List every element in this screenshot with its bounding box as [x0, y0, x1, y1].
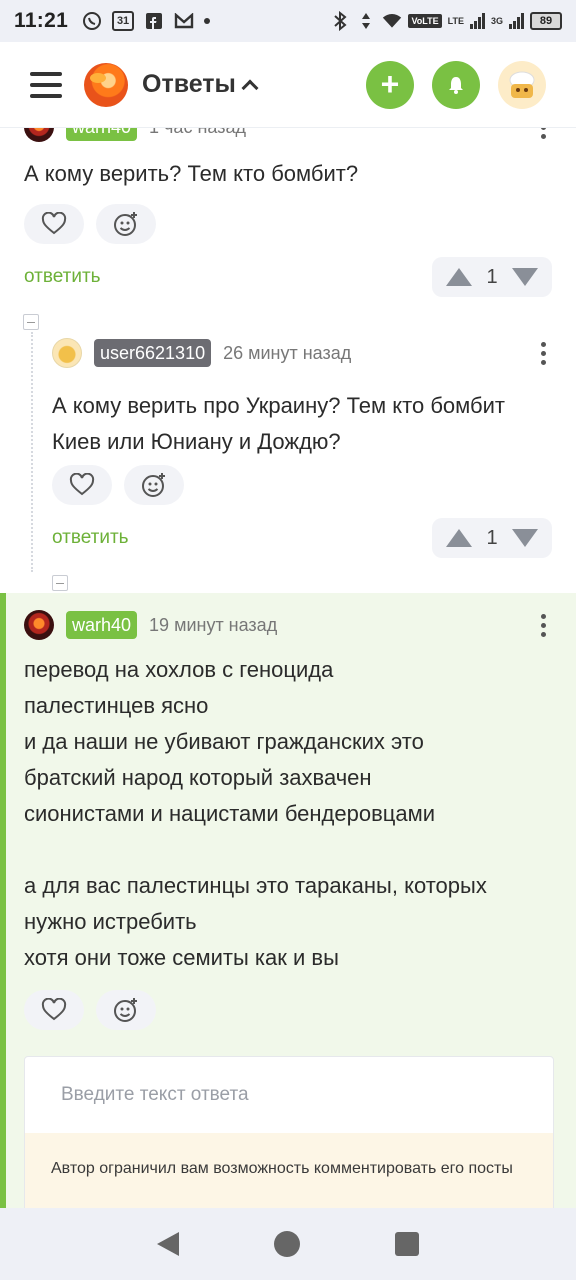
battery-icon: 89: [530, 12, 562, 30]
comment-time[interactable]: 26 минут назад: [223, 343, 351, 364]
profile-avatar[interactable]: [498, 60, 546, 109]
author-name[interactable]: user6621310: [94, 339, 212, 367]
add-reaction-button[interactable]: [124, 465, 184, 505]
comment-meta: warh40 19 минут назад: [24, 608, 576, 642]
status-bar: 11:21 31 VoLTE LTE 3G 89: [0, 0, 576, 42]
comment-line: а для вас палестинцы это тараканы, котор…: [24, 873, 487, 898]
smile-plus-icon: [114, 998, 137, 1022]
comment-line: палестинцев ясно: [24, 693, 209, 718]
gmail-icon: [174, 11, 194, 31]
lte-label: LTE: [447, 16, 464, 26]
comment-meta: warh40 1 час назад: [0, 128, 576, 144]
heart-icon: [69, 473, 95, 496]
upvote-icon[interactable]: [446, 529, 472, 547]
whatsapp-icon: [82, 11, 102, 31]
wifi-icon: [382, 11, 402, 31]
collapse-thread-button[interactable]: [52, 575, 68, 591]
rating-control: 1: [432, 518, 552, 558]
page-title[interactable]: Ответы: [142, 70, 259, 99]
app-header: Ответы +: [0, 42, 576, 128]
more-options-icon[interactable]: [541, 613, 546, 637]
system-icons: VoLTE LTE 3G 89: [330, 11, 562, 31]
3g-label: 3G: [490, 16, 503, 26]
reply-link[interactable]: ответить: [24, 266, 101, 288]
comment-reactions: [24, 990, 576, 1030]
reply-form: Введите текст ответа Автор ограничил вам…: [24, 1056, 554, 1208]
new-comment-marker: [0, 593, 6, 1208]
comment-time[interactable]: 19 минут назад: [149, 615, 277, 636]
comment-reactions: [0, 204, 576, 244]
comment-actions: ответить 1: [52, 517, 552, 559]
avatar[interactable]: [24, 128, 54, 142]
back-icon[interactable]: [157, 1232, 180, 1256]
comment-body: А кому верить? Тем кто бомбит?: [0, 156, 576, 192]
volte-badge: VoLTE: [408, 14, 442, 28]
rating-value: 1: [486, 526, 498, 549]
like-button[interactable]: [24, 990, 84, 1030]
downvote-icon[interactable]: [512, 268, 538, 286]
signal-icon-2: [509, 13, 524, 29]
rating-control: 1: [432, 257, 552, 297]
reply-link[interactable]: ответить: [52, 527, 129, 549]
recent-apps-icon[interactable]: [394, 1232, 419, 1256]
avatar[interactable]: [52, 338, 82, 368]
bluetooth-icon: [330, 11, 350, 31]
comments-feed[interactable]: warh40 1 час назад А кому верить? Тем кт…: [0, 128, 576, 1208]
comment-line: и да наши не убивают гражданских это: [24, 729, 424, 754]
system-nav-bar: [0, 1208, 576, 1280]
comment-line: нужно истребить: [24, 909, 197, 934]
more-notifications-dot: [204, 18, 211, 24]
comment-line: сионистами и нацистами бендеровцами: [24, 801, 436, 826]
author-name[interactable]: warh40: [66, 611, 138, 639]
rating-value: 1: [486, 265, 498, 288]
like-button[interactable]: [24, 204, 84, 244]
upvote-icon[interactable]: [446, 268, 472, 286]
more-options-icon[interactable]: [541, 341, 546, 365]
comment-meta: user6621310 26 минут назад: [52, 336, 576, 370]
comment: warh40 1 час назад: [0, 128, 576, 144]
smile-plus-icon: [142, 473, 165, 497]
chevron-up-icon: [241, 79, 259, 96]
comment-text: перевод на хохлов с геноцида палестинцев…: [24, 652, 576, 976]
comment-reactions: [52, 465, 576, 505]
like-button[interactable]: [52, 465, 112, 505]
menu-icon[interactable]: [30, 71, 62, 98]
notification-icons: 31: [82, 11, 211, 31]
facebook-icon: [144, 11, 164, 31]
add-post-button[interactable]: +: [366, 60, 414, 109]
author-name[interactable]: warh40: [66, 128, 138, 141]
page-title-label: Ответы: [142, 70, 236, 98]
home-icon[interactable]: [273, 1231, 300, 1257]
comment: warh40 19 минут назад перевод на хохлов …: [24, 608, 576, 976]
add-reaction-button[interactable]: [96, 990, 156, 1030]
more-options-icon[interactable]: [541, 128, 546, 139]
heart-icon: [41, 998, 67, 1021]
data-arrows-icon: [356, 11, 376, 31]
collapse-thread-button[interactable]: [23, 314, 39, 330]
app-logo[interactable]: [84, 62, 128, 107]
reply-input[interactable]: Введите текст ответа: [25, 1057, 553, 1133]
thread-line: [31, 332, 33, 572]
downvote-icon[interactable]: [512, 529, 538, 547]
heart-icon: [41, 212, 67, 235]
bell-icon: [449, 76, 463, 94]
comment: user6621310 26 минут назад А кому верить…: [52, 336, 576, 460]
comment-line: хотя они тоже семиты как и вы: [24, 945, 339, 970]
add-reaction-button[interactable]: [96, 204, 156, 244]
signal-icon: [469, 13, 485, 29]
restriction-notice: Автор ограничил вам возможность комменти…: [25, 1133, 553, 1208]
comment-text: А кому верить? Тем кто бомбит?: [24, 161, 359, 186]
calendar-icon: 31: [112, 11, 135, 31]
avatar[interactable]: [24, 610, 54, 640]
comment-line: перевод на хохлов с геноцида: [24, 657, 334, 682]
status-time: 11:21: [14, 9, 69, 32]
comment-time[interactable]: 1 час назад: [149, 128, 246, 138]
comment-line: [24, 832, 576, 868]
comment-line: братский народ который захвачен: [24, 765, 372, 790]
comment-actions: ответить 1: [0, 256, 576, 298]
smile-plus-icon: [114, 212, 137, 236]
comment-text: А кому верить про Украину? Тем кто бомби…: [52, 393, 505, 454]
notifications-button[interactable]: [432, 60, 480, 109]
